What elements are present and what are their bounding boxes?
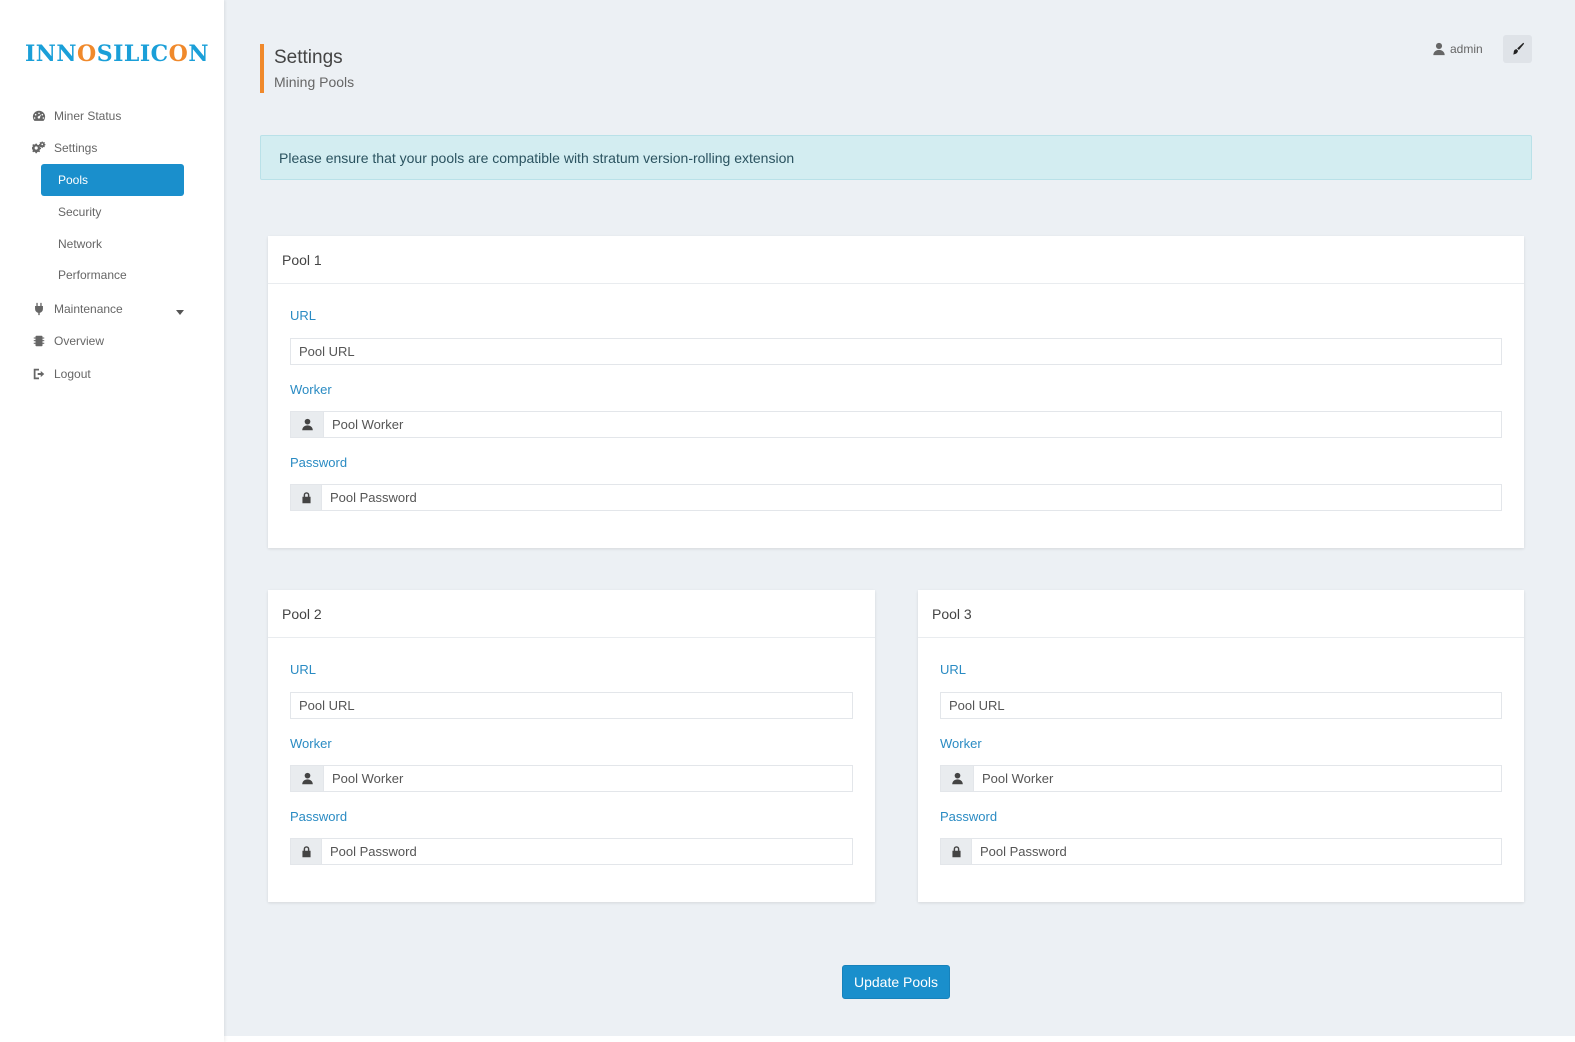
pool-1-password-label: Password xyxy=(290,455,348,470)
pool-2-title: Pool 2 xyxy=(268,590,875,638)
pool-1-worker-label: Worker xyxy=(290,382,332,397)
pool-2-password-label: Password xyxy=(290,809,348,824)
logo-text-mid: SILIC xyxy=(96,41,169,67)
sidebar-subitem-security[interactable]: Security xyxy=(41,196,184,228)
innosilicon-logo[interactable]: INN O SILIC O N xyxy=(25,40,208,68)
user-icon xyxy=(291,412,324,437)
gears-icon xyxy=(31,140,47,156)
pool-2-panel: Pool 2 URL Pool URL Worker Pool Worker P… xyxy=(268,590,875,902)
pool-3-password-label: Password xyxy=(940,809,998,824)
update-pools-button[interactable]: Update Pools xyxy=(842,965,950,999)
pool-3-title: Pool 3 xyxy=(918,590,1524,638)
pool-2-password-placeholder: Pool Password xyxy=(330,844,417,859)
pool-1-url-label: URL xyxy=(290,308,317,323)
pool-3-worker-placeholder: Pool Worker xyxy=(982,771,1054,786)
user-icon xyxy=(291,766,324,791)
pool-3-password-placeholder: Pool Password xyxy=(980,844,1067,859)
pool-1-url-input[interactable]: Pool URL xyxy=(290,338,1502,365)
sidebar-item-miner-status[interactable]: Miner Status xyxy=(31,104,121,128)
page-subtitle: Mining Pools xyxy=(274,74,355,90)
pool-1-panel: Pool 1 URL Pool URL Worker Pool Worker P… xyxy=(268,236,1524,548)
user-icon xyxy=(1433,42,1445,56)
page-header: Settings Mining Pools xyxy=(260,44,354,93)
sidebar-subitem-performance[interactable]: Performance xyxy=(41,259,184,291)
pool-1-password-placeholder: Pool Password xyxy=(330,490,417,505)
pool-3-password-input[interactable]: Pool Password xyxy=(940,838,1502,865)
sidebar-item-label: Maintenance xyxy=(54,302,123,316)
lock-icon xyxy=(291,839,322,864)
pool-2-url-input[interactable]: Pool URL xyxy=(290,692,853,719)
sidebar-item-label: Overview xyxy=(54,334,105,348)
logo-text-o: O xyxy=(77,41,97,67)
pool-2-url-label: URL xyxy=(290,662,317,677)
lock-icon xyxy=(941,839,972,864)
pool-1-worker-input[interactable]: Pool Worker xyxy=(290,411,1502,438)
pool-3-url-input[interactable]: Pool URL xyxy=(940,692,1502,719)
theme-button[interactable] xyxy=(1503,35,1532,63)
main-content: Settings Mining Pools admin Please ensur… xyxy=(224,0,1575,1036)
sidebar-item-label: Logout xyxy=(54,367,91,381)
chip-icon xyxy=(31,333,47,349)
pool-2-worker-input[interactable]: Pool Worker xyxy=(290,765,853,792)
lock-icon xyxy=(291,485,322,510)
user-menu[interactable]: admin xyxy=(1432,40,1483,58)
plug-icon xyxy=(31,301,47,317)
dashboard-icon xyxy=(31,108,47,124)
pool-3-worker-input[interactable]: Pool Worker xyxy=(940,765,1502,792)
sidebar-subitem-pools[interactable]: Pools xyxy=(41,164,184,196)
sidebar-item-maintenance[interactable]: Maintenance xyxy=(31,297,123,321)
paint-brush-icon xyxy=(1512,42,1524,55)
pool-2-password-input[interactable]: Pool Password xyxy=(290,838,853,865)
sidebar-item-logout[interactable]: Logout xyxy=(31,362,91,386)
compatibility-alert: Please ensure that your pools are compat… xyxy=(260,135,1532,180)
pool-1-url-placeholder: Pool URL xyxy=(299,344,355,359)
pool-1-worker-placeholder: Pool Worker xyxy=(332,417,404,432)
logo-text-o2: O xyxy=(168,41,189,67)
sidebar-item-label: Miner Status xyxy=(54,109,122,123)
pool-2-worker-label: Worker xyxy=(290,736,332,751)
sidebar-subitem-network[interactable]: Network xyxy=(41,228,184,260)
pool-3-url-placeholder: Pool URL xyxy=(949,698,1005,713)
sidebar-item-overview[interactable]: Overview xyxy=(31,329,104,353)
pool-1-title: Pool 1 xyxy=(268,236,1524,284)
pool-3-worker-label: Worker xyxy=(940,736,982,751)
logo-text: INN xyxy=(25,41,78,67)
sidebar-item-settings[interactable]: Settings xyxy=(31,136,97,160)
sign-out-icon xyxy=(31,366,47,382)
username: admin xyxy=(1450,42,1483,56)
pool-3-url-label: URL xyxy=(940,662,967,677)
page-title: Settings xyxy=(274,47,343,68)
sidebar: INN O SILIC O N Miner Status Settings Pools … xyxy=(0,0,224,1042)
logo-text-end: N xyxy=(188,41,209,67)
pool-1-password-input[interactable]: Pool Password xyxy=(290,484,1502,511)
pool-2-url-placeholder: Pool URL xyxy=(299,698,355,713)
pool-2-worker-placeholder: Pool Worker xyxy=(332,771,404,786)
chevron-down-icon[interactable] xyxy=(176,310,184,315)
user-icon xyxy=(941,766,974,791)
sidebar-item-label: Settings xyxy=(54,141,98,155)
pool-3-panel: Pool 3 URL Pool URL Worker Pool Worker P… xyxy=(918,590,1524,902)
